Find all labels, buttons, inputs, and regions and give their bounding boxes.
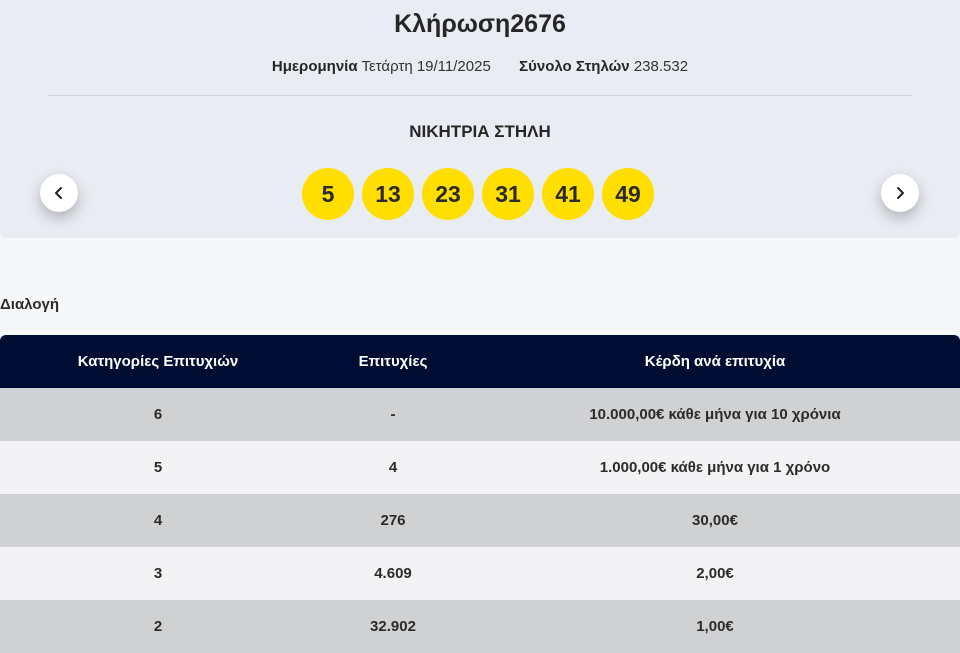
columns-label: Σύνολο Στηλών — [519, 58, 630, 75]
prize-cell: 2,00€ — [696, 565, 734, 582]
prize-cell: 10.000,00€ κάθε μήνα για 10 χρόνια — [589, 406, 841, 423]
table-row: 4 276 30,00€ — [0, 494, 960, 547]
number-ball: 5 — [302, 168, 354, 220]
draw-meta: Ημερομηνία Τετάρτη 19/11/2025 Σύνολο Στη… — [0, 58, 960, 75]
draw-title: Κλήρωση2676 — [394, 10, 566, 38]
number-ball: 31 — [482, 168, 534, 220]
columns-value: 238.532 — [633, 58, 689, 75]
table-row: 2 32.902 1,00€ — [0, 600, 960, 653]
winning-title: ΝΙΚΗΤΡΙΑ ΣΤΗΛΗ — [409, 122, 551, 141]
winners-cell: 4 — [388, 459, 398, 476]
number-ball: 49 — [602, 168, 654, 220]
category-cell: 4 — [153, 512, 163, 529]
date-label: Ημερομηνία — [271, 58, 358, 75]
section-label: Διαλογή — [0, 296, 59, 313]
chevron-left-icon — [55, 187, 62, 199]
number-ball: 41 — [542, 168, 594, 220]
table-row: 3 4.609 2,00€ — [0, 547, 960, 600]
prize-cell: 1,00€ — [696, 618, 734, 635]
category-cell: 5 — [153, 459, 163, 476]
table-row: 5 4 1.000,00€ κάθε μήνα για 1 χρόνο — [0, 441, 960, 494]
category-cell: 2 — [153, 618, 163, 635]
date-value: Τετάρτη 19/11/2025 — [361, 58, 491, 75]
winners-cell: 4.609 — [374, 565, 412, 582]
header-prize: Κέρδη ανά επιτυχία — [644, 353, 786, 370]
winners-cell: - — [390, 406, 396, 423]
previous-draw-button[interactable] — [40, 174, 78, 212]
winners-cell: 32.902 — [370, 618, 416, 635]
chevron-right-icon — [897, 187, 904, 199]
draw-card: Κλήρωση2676 Ημερομηνία Τετάρτη 19/11/202… — [0, 0, 960, 238]
results-table: Κατηγορίες Επιτυχιών Επιτυχίες Κέρδη ανά… — [0, 335, 960, 653]
next-draw-button[interactable] — [881, 174, 919, 212]
divider — [48, 95, 912, 96]
table-row: 6 - 10.000,00€ κάθε μήνα για 10 χρόνια — [0, 388, 960, 441]
winning-numbers: 5 13 23 31 41 49 — [302, 168, 662, 220]
header-category: Κατηγορίες Επιτυχιών — [77, 353, 239, 370]
prize-cell: 30,00€ — [692, 512, 738, 529]
prize-cell: 1.000,00€ κάθε μήνα για 1 χρόνο — [599, 459, 831, 476]
category-cell: 3 — [153, 565, 163, 582]
number-ball: 13 — [362, 168, 414, 220]
winners-cell: 276 — [380, 512, 406, 529]
header-winners: Επιτυχίες — [358, 353, 428, 370]
table-header: Κατηγορίες Επιτυχιών Επιτυχίες Κέρδη ανά… — [0, 335, 960, 388]
number-ball: 23 — [422, 168, 474, 220]
category-cell: 6 — [153, 406, 163, 423]
